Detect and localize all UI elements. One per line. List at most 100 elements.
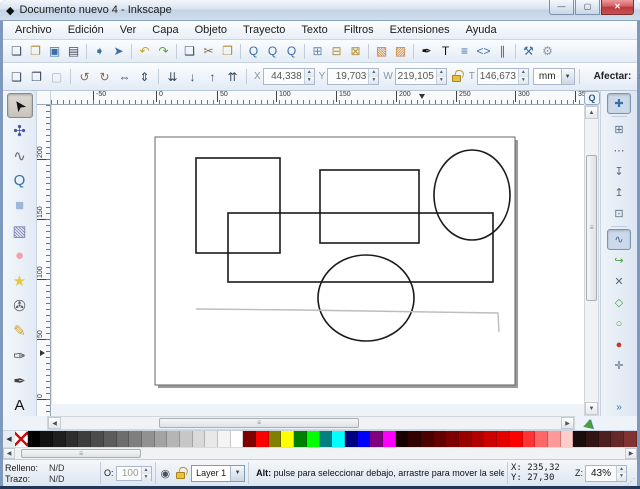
menu-filtros-button[interactable]: Filtros xyxy=(336,22,382,38)
snap-smooth-nodes-button[interactable]: ○ xyxy=(607,313,631,334)
lower-to-bottom-button[interactable]: ⇊ xyxy=(163,67,182,86)
palette-swatch[interactable] xyxy=(497,431,510,447)
y-spinner[interactable]: ▲▼ xyxy=(368,69,378,84)
minimize-button[interactable]: — xyxy=(549,0,574,15)
palette-swatch[interactable] xyxy=(40,431,53,447)
vertical-scroll-track[interactable]: ≡ xyxy=(585,119,598,402)
zoom-selection-button[interactable]: Q xyxy=(244,42,263,61)
save-document-button[interactable]: ▣ xyxy=(45,42,64,61)
palette-swatch[interactable] xyxy=(320,431,333,447)
snap-paths-button[interactable]: ↪ xyxy=(607,250,631,271)
menu-texto-button[interactable]: Texto xyxy=(293,22,335,38)
h-spinner[interactable]: ▲▼ xyxy=(518,69,528,84)
cut-button[interactable]: ✂ xyxy=(199,42,218,61)
y-value[interactable]: 19,703 xyxy=(328,69,368,84)
palette-swatch[interactable] xyxy=(434,431,447,447)
menu-edicion-button[interactable]: Edición xyxy=(60,22,112,38)
palette-swatch[interactable] xyxy=(370,431,383,447)
title-bar[interactable]: ◆ Documento nuevo 4 - Inkscape — ▢ ✕ xyxy=(0,0,640,21)
page[interactable] xyxy=(155,137,515,385)
palette-scroll-left-icon[interactable]: ◀ xyxy=(3,431,15,447)
w-value[interactable]: 219,105 xyxy=(396,69,436,84)
snap-bbox-edges-button[interactable]: ⋯ xyxy=(607,140,631,161)
snap-bbox-midpoints-button[interactable]: ↥ xyxy=(607,182,631,203)
palette-swatch[interactable] xyxy=(586,431,599,447)
clone-button[interactable]: ⊟ xyxy=(327,42,346,61)
w-spinner[interactable]: ▲▼ xyxy=(436,69,446,84)
align-dialog-button[interactable]: ∥ xyxy=(493,42,512,61)
rotate-cw-button[interactable]: ↻ xyxy=(95,67,114,86)
palette-scroll-thumb[interactable]: ≡ xyxy=(21,449,141,458)
palette-swatch[interactable] xyxy=(117,431,130,447)
palette-swatch[interactable] xyxy=(561,431,574,447)
palette-swatch[interactable] xyxy=(281,431,294,447)
palette-swatch[interactable] xyxy=(307,431,320,447)
tool-3dbox-button[interactable]: ▧ xyxy=(7,218,33,243)
palette-swatch[interactable] xyxy=(243,431,256,447)
open-document-button[interactable]: ❐ xyxy=(26,42,45,61)
fill-stroke-indicator[interactable]: Relleno:N/D Trazo:N/D xyxy=(5,463,97,484)
palette-swatch[interactable] xyxy=(332,431,345,447)
vertical-ruler[interactable]: 200150100500 xyxy=(37,105,51,416)
w-input[interactable]: 219,105▲▼ xyxy=(395,68,447,85)
vertical-scrollbar[interactable]: ▲ ≡ ▼ xyxy=(584,105,599,416)
xml-editor-button[interactable]: <> xyxy=(474,42,493,61)
fill-stroke-dialog-button[interactable]: ✒ xyxy=(417,42,436,61)
tool-pencil-button[interactable]: ✎ xyxy=(7,318,33,343)
palette-swatch[interactable] xyxy=(459,431,472,447)
zoom-spinner[interactable]: ▲▼ xyxy=(616,466,626,481)
horizontal-scrollbar[interactable]: ◀ ≡ ▶ xyxy=(47,416,575,430)
opacity-value[interactable]: 100 xyxy=(117,467,141,480)
snap-midpoints-button[interactable]: ● xyxy=(607,334,631,355)
flip-vertical-button[interactable]: ⇕ xyxy=(135,67,154,86)
flip-horizontal-button[interactable]: ⇔ xyxy=(115,67,134,86)
layer-dropdown[interactable]: Layer 1 ▼ xyxy=(191,465,245,482)
h-value[interactable]: 146,673 xyxy=(478,69,518,84)
palette-swatch[interactable] xyxy=(205,431,218,447)
horizontal-ruler[interactable]: -5005010015020025030035 xyxy=(51,91,584,105)
palette-swatch[interactable] xyxy=(446,431,459,447)
zoom-value[interactable]: 43% xyxy=(586,466,616,481)
palette-swatch[interactable] xyxy=(155,431,168,447)
maximize-button[interactable]: ▢ xyxy=(575,0,600,15)
tool-select-button[interactable]: ➤ xyxy=(7,93,33,118)
export-button[interactable]: ➤ xyxy=(109,42,128,61)
resize-grip[interactable]: ⋰ xyxy=(627,477,635,486)
document-properties-button[interactable]: ⚙ xyxy=(538,42,557,61)
palette-swatch[interactable] xyxy=(218,431,231,447)
snap-object-centers-button[interactable]: ✛ xyxy=(607,355,631,376)
raise-button[interactable]: ↑ xyxy=(203,67,222,86)
tool-text-button[interactable]: A xyxy=(7,393,33,416)
palette-swatch[interactable] xyxy=(408,431,421,447)
opacity-input[interactable]: 100▲▼ xyxy=(116,466,152,481)
menu-ayuda-button[interactable]: Ayuda xyxy=(458,22,505,38)
layer-lock-icon[interactable] xyxy=(176,472,185,479)
snap-nodes-button[interactable]: ∿ xyxy=(607,229,631,250)
menu-archivo-button[interactable]: Archivo xyxy=(7,22,60,38)
menu-trayecto-button[interactable]: Trayecto xyxy=(235,22,293,38)
y-input[interactable]: 19,703▲▼ xyxy=(327,68,379,85)
tool-spiral-button[interactable]: ✇ xyxy=(7,293,33,318)
import-button[interactable]: ➧ xyxy=(90,42,109,61)
tool-star-button[interactable]: ★ xyxy=(7,268,33,293)
palette-scroll-track[interactable]: ≡ xyxy=(15,448,625,459)
layer-dropdown-arrow-icon[interactable]: ▼ xyxy=(230,466,244,481)
palette-swatch[interactable] xyxy=(548,431,561,447)
palette-swatch[interactable] xyxy=(510,431,523,447)
palette-swatch[interactable] xyxy=(383,431,396,447)
zoom-input[interactable]: 43%▲▼ xyxy=(585,465,627,482)
tool-zoom-button[interactable]: Q xyxy=(7,168,33,193)
palette-swatch[interactable] xyxy=(358,431,371,447)
vertical-scroll-thumb[interactable]: ≡ xyxy=(586,155,597,301)
palette-swatch[interactable] xyxy=(256,431,269,447)
palette-swatch[interactable] xyxy=(269,431,282,447)
lower-button[interactable]: ↓ xyxy=(183,67,202,86)
zoom-drawing-button[interactable]: Q xyxy=(263,42,282,61)
palette-swatch[interactable] xyxy=(624,431,637,447)
palette-swatch[interactable] xyxy=(345,431,358,447)
x-spinner[interactable]: ▲▼ xyxy=(304,69,314,84)
undo-button[interactable]: ↶ xyxy=(135,42,154,61)
menu-objeto-button[interactable]: Objeto xyxy=(187,22,235,38)
palette-swatch[interactable] xyxy=(167,431,180,447)
palette-swatch-none[interactable] xyxy=(15,431,28,447)
